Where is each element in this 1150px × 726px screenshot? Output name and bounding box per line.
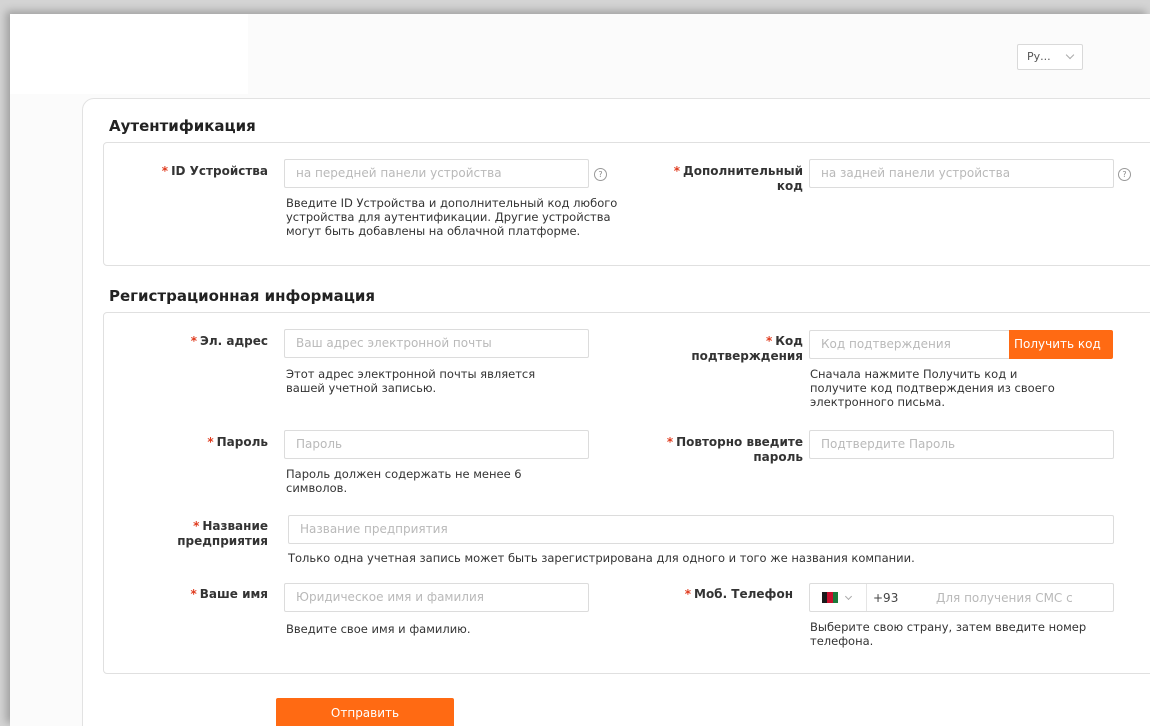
auth-section-title: Аутентификация [109,117,256,135]
afghanistan-flag-icon[interactable] [822,592,838,603]
logo-area [10,14,248,94]
chevron-down-icon[interactable] [844,592,853,601]
password-repeat-label-line2: пароль [753,450,803,464]
name-input[interactable]: Юридическое имя и фамилия [284,583,589,612]
password-hint: Пароль должен содержать не менее 6 симво… [286,467,606,495]
phone-field[interactable]: +93 Для получения СМС с [809,583,1114,612]
phone-label-text: Моб. Телефон [694,587,793,601]
company-hint: Только одна учетная запись может быть за… [288,551,915,565]
extra-code-label-line1: Дополнительный [683,164,803,178]
phone-country-code: +93 [873,591,899,605]
required-marker: * [190,587,197,601]
company-label: * Название предприятия [120,519,268,549]
password-label: * Пароль [120,435,268,450]
email-hint-line2: вашей учетной записью. [286,381,437,395]
email-label: * Эл. адрес [120,334,268,349]
auth-hint-line3: могут быть добавлены на облачной платфор… [286,224,581,238]
chevron-down-icon [1065,50,1075,60]
password-hint-line1: Пароль должен содержать не менее 6 [286,467,522,481]
submit-button[interactable]: Отправить [276,698,454,726]
email-input[interactable]: Ваш адрес электронной почты [284,329,589,358]
phone-hint: Выберите свою страну, затем введите номе… [810,620,1150,648]
required-marker: * [207,435,214,449]
required-marker: * [190,334,198,348]
password-repeat-label-line1: Повторно введите [676,435,803,449]
required-marker: * [684,587,691,601]
phone-hint-line2: телефона. [810,634,874,648]
phone-separator [866,584,867,611]
verification-code-label-line1: Код [775,334,803,348]
device-id-label: * ID Устройства [120,164,268,179]
required-marker: * [765,334,773,348]
verification-code-hint: Сначала нажмите Получить код и получите … [810,367,1140,409]
reg-section-title: Регистрационная информация [109,287,376,305]
password-label-text: Пароль [216,435,268,449]
page: Ру... Аутентификация * ID Устройства на п… [10,14,1150,726]
required-marker: * [161,164,169,178]
verification-code-hint-line2: получите код подтверждения из своего [810,381,1055,395]
verification-code-hint-line1: Сначала нажмите Получить код и [810,367,1018,381]
phone-hint-line1: Выберите свою страну, затем введите номе… [810,620,1087,634]
name-label-text: Ваше имя [199,587,268,601]
verification-code-label: * Код подтверждения [630,334,803,364]
company-input[interactable]: Название предприятия [288,515,1114,544]
auth-hint-line1: Введите ID Устройства и дополнительный к… [286,196,618,210]
password-input[interactable]: Пароль [284,430,589,459]
device-id-label-text: ID Устройства [171,164,268,178]
verification-code-input[interactable]: Код подтверждения [809,330,1011,359]
password-repeat-input[interactable]: Подтвердите Пароль [809,430,1114,459]
question-circle-icon[interactable]: ? [594,168,607,181]
password-repeat-label: * Повторно введите пароль [630,435,803,465]
email-label-text: Эл. адрес [200,334,268,348]
extra-code-label-line2: код [776,179,803,193]
device-id-input[interactable]: на передней панели устройства [284,159,589,188]
company-label-line1: Название [202,519,268,533]
question-circle-icon[interactable]: ? [1118,168,1131,181]
auth-hint-line2: устройства для аутентификации. Другие ус… [286,210,611,224]
language-select[interactable]: Ру... [1017,44,1083,70]
email-hint-line1: Этот адрес электронной почты является [286,367,536,381]
required-marker: * [673,164,681,178]
name-hint: Введите свое имя и фамилию. [286,622,471,636]
extra-code-input[interactable]: на задней панели устройства [809,159,1114,188]
name-label: * Ваше имя [120,587,268,602]
required-marker: * [666,435,674,449]
company-label-line2: предприятия [177,534,268,548]
verification-code-label-line2: подтверждения [691,349,803,363]
phone-label: * Моб. Телефон [630,587,793,602]
auth-hint: Введите ID Устройства и дополнительный к… [286,196,706,238]
language-select-value: Ру... [1027,50,1051,63]
email-hint: Этот адрес электронной почты является ва… [286,367,606,395]
extra-code-label: * Дополнительный код [630,164,803,194]
phone-input-placeholder[interactable]: Для получения СМС с [936,591,1073,605]
get-code-button[interactable]: Получить код [1009,330,1113,359]
password-hint-line2: символов. [286,481,348,495]
required-marker: * [193,519,200,533]
verification-code-hint-line3: электронного письма. [810,395,945,409]
